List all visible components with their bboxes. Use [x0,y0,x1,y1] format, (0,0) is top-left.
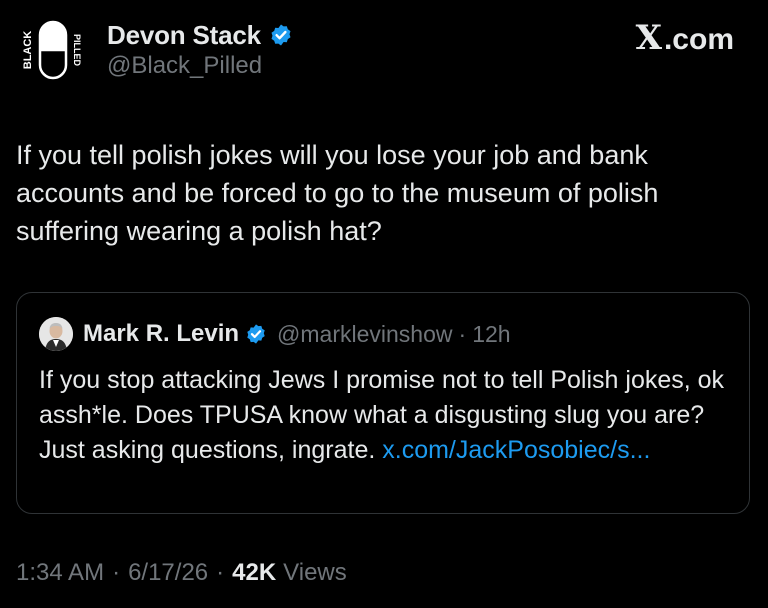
tweet-card: BLACK PILLED Devon Stack @Black_Pilled X… [0,0,768,608]
tweet-time[interactable]: 1:34 AM [16,559,104,587]
quote-author-avatar[interactable] [39,317,73,351]
tweet-date[interactable]: 6/17/26 [128,559,208,587]
quote-text-block: If you stop attacking Jews I promise not… [39,363,739,468]
x-logo-watermark: X .com [636,18,734,58]
author-handle[interactable]: @Black_Pilled [107,52,262,80]
verified-badge-icon [247,324,265,344]
quote-display-name[interactable]: Mark R. Levin [83,320,239,348]
tweet-text: If you tell polish jokes will you lose y… [16,140,659,246]
person-avatar-icon [39,317,73,351]
quote-handle[interactable]: @marklevinshow [277,321,452,348]
author-display-name[interactable]: Devon Stack [107,20,261,51]
quote-link[interactable]: x.com/JackPosobiec/s... [382,436,650,464]
x-logo-icon: X [635,18,662,58]
tweet-meta: 1:34 AM · 6/17/26 · 42K Views [16,556,347,590]
verified-badge-icon [271,24,291,46]
avatar-text-black: BLACK [22,31,34,70]
quote-header: Mark R. Levin @marklevinshow · 12h [83,317,511,351]
black-pilled-pill-icon: BLACK PILLED [16,14,88,86]
quote-separator: · [458,320,467,347]
meta-separator: · [112,559,121,586]
author-name-row: Devon Stack [107,18,293,52]
quote-timestamp[interactable]: 12h [472,321,510,348]
avatar-text-pilled: PILLED [72,34,82,67]
views-label: Views [283,559,347,586]
views-count: 42K [232,559,277,586]
site-domain: .com [663,23,734,56]
author-avatar[interactable]: BLACK PILLED [16,14,88,86]
quoted-tweet-card[interactable]: Mark R. Levin @marklevinshow · 12h If yo… [16,292,750,514]
meta-separator: · [216,559,225,586]
